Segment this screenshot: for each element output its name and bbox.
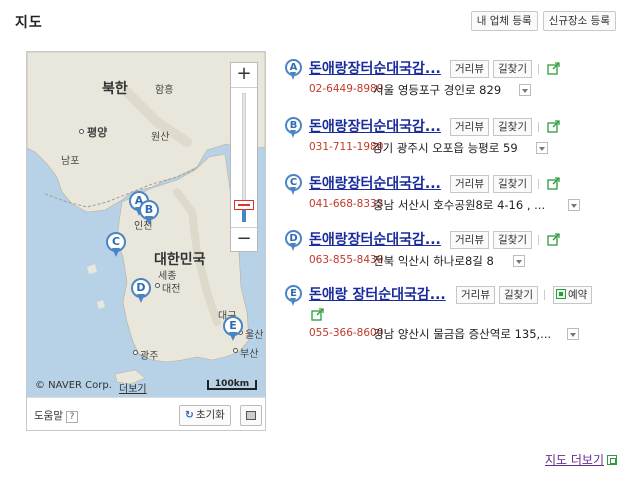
address-text: 전북 익산시 하나로8길 8	[373, 254, 494, 268]
street-view-button[interactable]: 거리뷰	[450, 231, 489, 249]
city-dot	[233, 348, 238, 353]
map-pin-c[interactable]: C	[106, 232, 126, 258]
map-canvas[interactable]: 북한 함흥 평양 원산 남포 인천 대한민국 세종 대전 대구 울산 부산 광주…	[27, 52, 265, 397]
marker-d-icon: D	[285, 230, 303, 252]
chevron-down-icon[interactable]	[536, 142, 548, 154]
map-more-link[interactable]: 더보기	[119, 380, 147, 395]
address-text: 서울 영등포구 경인로 829	[373, 83, 502, 97]
map-copyright: © NAVER Corp.	[35, 380, 112, 391]
share-icon[interactable]	[547, 119, 561, 133]
map-label-pyongyang: 평양	[87, 126, 108, 139]
street-view-button[interactable]: 거리뷰	[450, 60, 489, 78]
map-label-gwangju: 광주	[140, 351, 159, 362]
header-actions: 내 업체 등록 신규장소 등록	[470, 11, 616, 31]
map-label-hamheung: 함흥	[155, 85, 174, 96]
chevron-down-icon[interactable]	[513, 255, 525, 267]
more-map-link[interactable]: 지도 더보기	[545, 451, 617, 468]
chevron-down-icon[interactable]	[567, 328, 579, 340]
address-text: 충남 서산시 호수공원8로 4-16 , ...	[373, 198, 546, 212]
directions-button[interactable]: 길찾기	[499, 286, 538, 304]
help-link[interactable]: 도움말?	[34, 408, 78, 423]
directions-button[interactable]: 길찾기	[493, 118, 532, 136]
map-label-daejeon: 대전	[162, 284, 181, 295]
reserve-button[interactable]: 예약	[553, 286, 593, 304]
map-label-wonsan: 원산	[151, 132, 170, 143]
address-text: 경기 광주시 오포읍 능평로 59	[372, 141, 518, 155]
reset-button[interactable]: ↻ 초기화	[179, 405, 231, 426]
chevron-down-icon[interactable]	[519, 84, 531, 96]
street-view-button[interactable]: 거리뷰	[450, 118, 489, 136]
share-icon[interactable]	[547, 61, 561, 75]
refresh-icon: ↻	[185, 409, 194, 421]
calendar-icon	[556, 289, 566, 299]
map-footer: 도움말? ↻ 초기화	[27, 397, 265, 430]
city-dot	[133, 350, 138, 355]
help-icon: ?	[65, 411, 78, 423]
directions-button[interactable]: 길찾기	[493, 60, 532, 78]
place-name-link[interactable]: 돈애랑장터순대국감...	[309, 58, 441, 78]
street-view-button[interactable]: 거리뷰	[456, 286, 495, 304]
city-dot	[155, 283, 160, 288]
zoom-slider-handle[interactable]	[234, 200, 254, 210]
city-dot	[79, 129, 84, 134]
share-icon[interactable]	[547, 232, 561, 246]
marker-c-icon: C	[285, 174, 303, 196]
share-icon[interactable]	[311, 307, 325, 321]
chevron-down-icon[interactable]	[568, 199, 580, 211]
section-title: 지도	[15, 15, 43, 31]
register-new-place-button[interactable]: 신규장소 등록	[542, 11, 616, 31]
external-link-icon	[607, 455, 617, 465]
place-name-link[interactable]: 돈애랑 장터순대국감...	[309, 284, 446, 304]
zoom-out-button[interactable]: −	[231, 228, 257, 252]
map-pin-e[interactable]: E	[223, 316, 243, 342]
directions-button[interactable]: 길찾기	[493, 231, 532, 249]
layer-icon	[246, 411, 256, 420]
map-label-nampo: 남포	[61, 156, 80, 167]
map-pin-d[interactable]: D	[131, 278, 151, 304]
address-text: 경남 양산시 물금읍 증산역로 135,...	[373, 327, 552, 341]
directions-button[interactable]: 길찾기	[493, 175, 532, 193]
zoom-in-button[interactable]: +	[231, 63, 257, 87]
marker-a-icon: A	[285, 59, 303, 81]
share-icon[interactable]	[547, 176, 561, 190]
map-layer-button[interactable]	[240, 405, 262, 426]
map-label-south-korea: 대한민국	[154, 252, 206, 268]
map-label-north-korea: 북한	[102, 81, 128, 97]
scale-bar: 100km	[207, 380, 257, 390]
register-my-business-button[interactable]: 내 업체 등록	[470, 11, 538, 31]
zoom-slider-fill	[242, 208, 246, 222]
map-label-ulsan: 울산	[245, 330, 264, 341]
street-view-button[interactable]: 거리뷰	[450, 175, 489, 193]
marker-b-icon: B	[285, 117, 303, 139]
map-label-busan: 부산	[240, 349, 259, 360]
place-name-link[interactable]: 돈애랑장터순대국감...	[309, 116, 441, 136]
place-name-link[interactable]: 돈애랑장터순대국감...	[309, 229, 441, 249]
map-pin-b[interactable]: B	[139, 200, 159, 226]
place-name-link[interactable]: 돈애랑장터순대국감...	[309, 173, 441, 193]
map-panel: 북한 함흥 평양 원산 남포 인천 대한민국 세종 대전 대구 울산 부산 광주…	[26, 51, 266, 431]
marker-e-icon: E	[285, 285, 303, 307]
zoom-control: + −	[230, 62, 258, 252]
